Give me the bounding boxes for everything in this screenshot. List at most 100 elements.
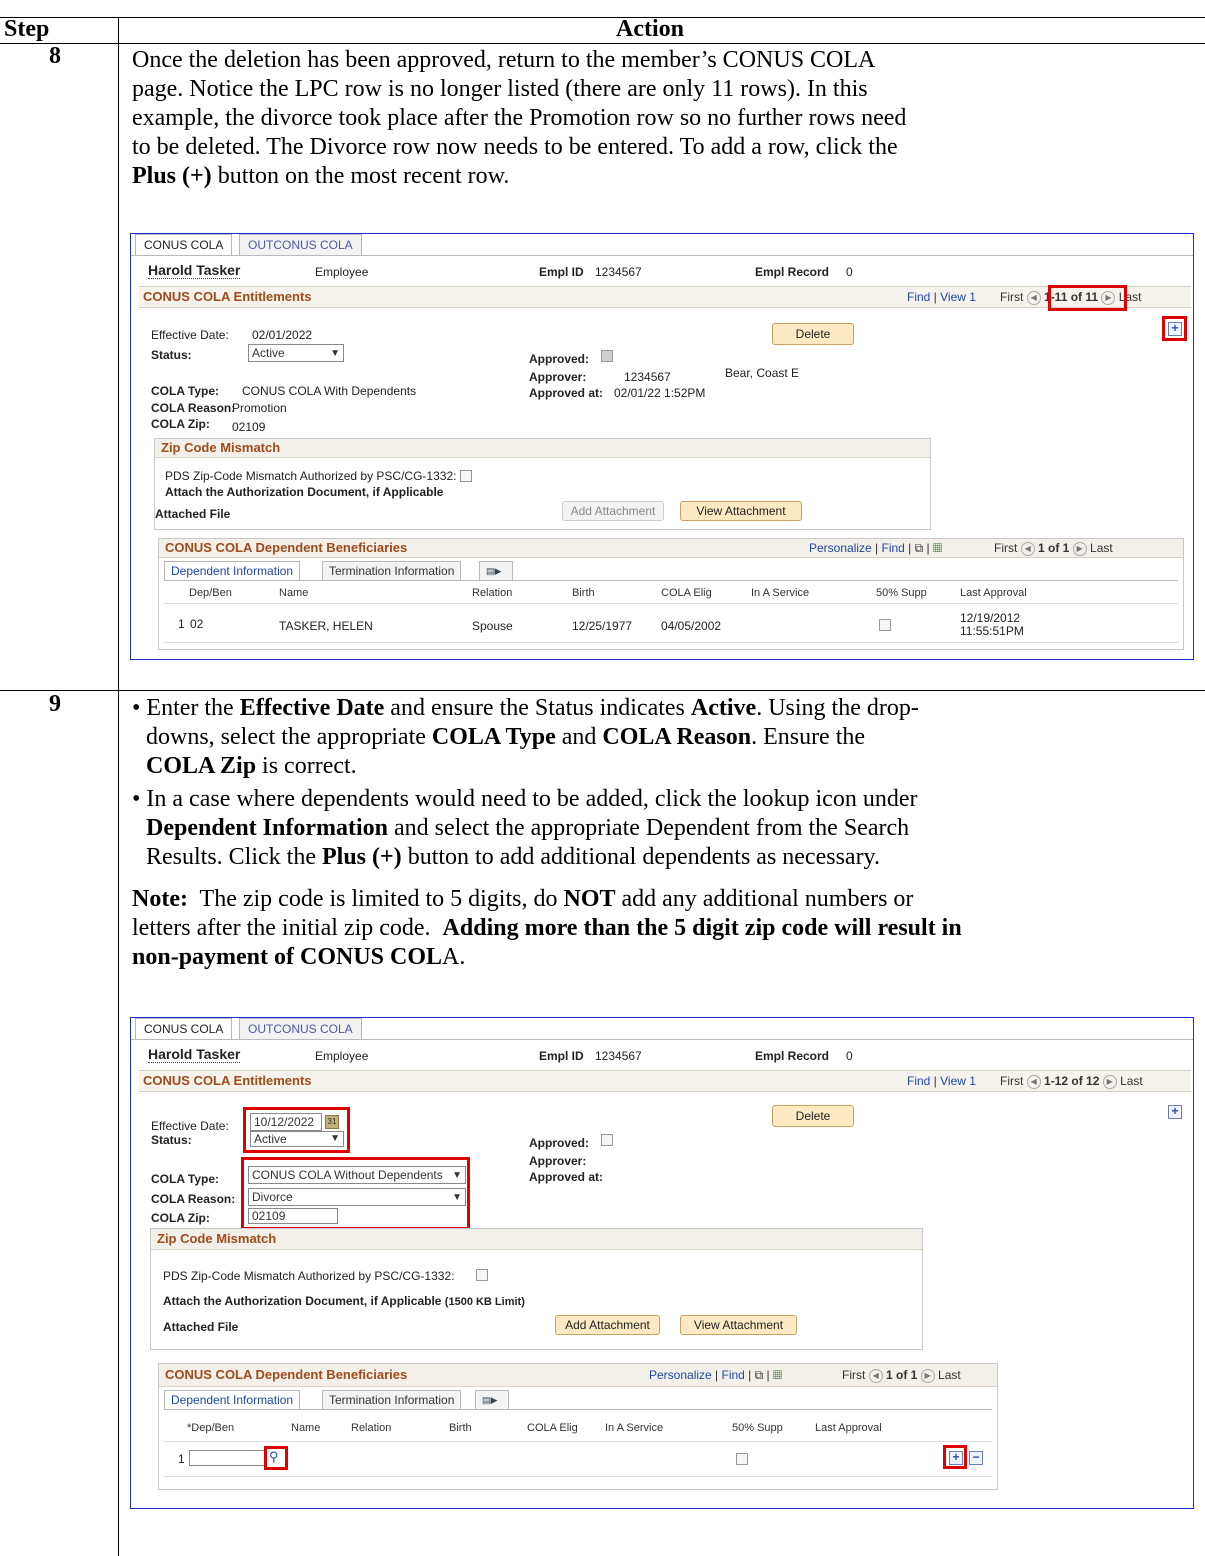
t: is correct.	[256, 753, 357, 779]
highlight-cola-fields	[241, 1157, 470, 1230]
delete-button[interactable]: Delete	[772, 323, 854, 345]
tab-dependent-information[interactable]: Dependent Information	[164, 561, 301, 581]
dep-prev-icon[interactable]: ◀	[1020, 541, 1035, 556]
b: Active	[690, 695, 757, 721]
next-icon[interactable]: ▶	[1102, 1074, 1117, 1089]
zip-mismatch-title: Zip Code Mismatch	[151, 1229, 922, 1250]
status-label: Status:	[151, 348, 192, 362]
tab-termination-information[interactable]: Termination Information	[322, 1390, 462, 1410]
size-limit: (1500 KB Limit)	[444, 1296, 525, 1308]
bullet-1-line-1: • Enter the Effective Date and ensure th…	[132, 695, 919, 721]
personalize-link[interactable]: Personalize	[649, 1368, 712, 1382]
dep-first[interactable]: First	[994, 541, 1017, 555]
b: Adding more than the 5 digit zip code wi…	[442, 915, 962, 941]
tab-dependent-information[interactable]: Dependent Information	[164, 1390, 301, 1410]
bullet-1-line-2: downs, select the appropriate COLA Type …	[146, 723, 865, 752]
t: and select the appropriate Dependent fro…	[388, 815, 910, 841]
pds-label: PDS Zip-Code Mismatch Authorized by PSC/…	[163, 1269, 455, 1283]
note-line-1: Note: The zip code is limited to 5 digit…	[132, 885, 913, 914]
eff-date-label: Effective Date:	[151, 1119, 229, 1133]
attach-doc-label: Attach the Authorization Document, if Ap…	[165, 485, 444, 499]
highlight-range	[1048, 285, 1127, 311]
show-all-columns-icon[interactable]: ▤▶	[475, 1390, 509, 1410]
tab-divider	[131, 1039, 1193, 1040]
row-approval-time: 11:55:51PM	[960, 624, 1024, 638]
t: button to add additional dependents as n…	[401, 844, 880, 870]
t: add any additional numbers or	[615, 886, 914, 912]
col-relation: Relation	[472, 587, 513, 599]
pds-checkbox[interactable]	[460, 470, 472, 482]
b: (+)	[372, 844, 402, 870]
col-birth: Birth	[572, 587, 595, 599]
t: The zip code is limited to 5 digits, do	[187, 886, 564, 912]
depben-input[interactable]	[189, 1450, 267, 1466]
table-row: 1 ⚲ + −	[164, 1441, 992, 1477]
attached-file-label: Attached File	[155, 507, 231, 521]
cola-type-label: COLA Type:	[151, 384, 219, 398]
download-icon[interactable]: ▦	[773, 1368, 782, 1382]
plus-bold: Plus	[132, 163, 177, 189]
dep-find-link[interactable]: Find	[882, 541, 905, 555]
tab-outconus-cola[interactable]: OUTCONUS COLA	[239, 1018, 362, 1039]
section-title: CONUS COLA Entitlements	[143, 289, 312, 304]
pds-checkbox[interactable]	[476, 1269, 488, 1281]
dep-next-icon[interactable]: ▶	[920, 1368, 935, 1383]
dep-find-link[interactable]: Find	[722, 1368, 745, 1382]
dep-last[interactable]: Last	[938, 1368, 961, 1382]
view1-link[interactable]: View 1	[940, 1074, 976, 1088]
eff-date-value: 02/01/2022	[252, 328, 313, 342]
employee-role: Employee	[315, 265, 369, 279]
dep-grid-nav: Personalize | Find | ⧉ | ▦	[809, 541, 943, 555]
last-label[interactable]: Last	[1120, 1074, 1143, 1088]
row-number: 1	[178, 617, 185, 631]
dep-first[interactable]: First	[842, 1368, 865, 1382]
col-last-approval: Last Approval	[815, 1422, 882, 1434]
add-attachment-button[interactable]: Add Attachment	[562, 501, 664, 521]
find-link[interactable]: Find	[907, 290, 930, 304]
col-depben: Dep/Ben	[189, 587, 232, 599]
view-attachment-button[interactable]: View Attachment	[680, 1315, 797, 1335]
remove-dependent-icon[interactable]: −	[969, 1451, 983, 1465]
dep-last[interactable]: Last	[1090, 541, 1113, 555]
delete-button[interactable]: Delete	[772, 1105, 854, 1127]
view1-link[interactable]: View 1	[940, 290, 976, 304]
add-attachment-button[interactable]: Add Attachment	[555, 1315, 660, 1335]
personalize-link[interactable]: Personalize	[809, 541, 872, 555]
bullet-2-line-2: Dependent Information and select the app…	[146, 814, 909, 843]
zip-mismatch-group: Zip Code Mismatch PDS Zip-Code Mismatch …	[154, 438, 931, 530]
tab-outconus-cola[interactable]: OUTCONUS COLA	[239, 234, 362, 255]
find-link[interactable]: Find	[907, 1074, 930, 1088]
tab-conus-cola[interactable]: CONUS COLA	[135, 1018, 233, 1039]
col-birth: Birth	[449, 1422, 472, 1434]
emplrec-label: Empl Record	[755, 1049, 830, 1063]
prev-icon[interactable]: ◀	[1026, 290, 1041, 305]
table-row: 1 02 TASKER, HELEN Spouse 12/25/1977 04/…	[164, 603, 1178, 643]
dep-prev-icon[interactable]: ◀	[868, 1368, 883, 1383]
b: COLA Reason	[602, 724, 752, 750]
tab-conus-cola[interactable]: CONUS COLA	[135, 234, 233, 255]
dep-pager: First ◀ 1 of 1 ▶ Last	[842, 1368, 961, 1383]
first-label[interactable]: First	[1000, 290, 1023, 304]
cola-type-label: COLA Type:	[151, 1172, 219, 1186]
status-select[interactable]: Active ▼	[248, 344, 344, 362]
employee-name: Harold Tasker	[148, 262, 241, 279]
emplrec-label: Empl Record	[755, 265, 830, 279]
tab-termination-information[interactable]: Termination Information	[322, 561, 462, 581]
download-icon[interactable]: ▦	[933, 541, 942, 555]
zoom-icon[interactable]: ⧉	[755, 1368, 764, 1382]
pds-label: PDS Zip-Code Mismatch Authorized by PSC/…	[165, 469, 457, 483]
t: In a case where dependents would need to…	[146, 786, 918, 812]
table-header-border	[0, 43, 1205, 44]
note-line-3: non-payment of CONUS COLA.	[132, 943, 465, 972]
dep-next-icon[interactable]: ▶	[1072, 541, 1087, 556]
step-number: 9	[49, 691, 61, 717]
t: downs, select the appropriate	[146, 724, 432, 750]
zoom-icon[interactable]: ⧉	[915, 541, 924, 555]
view-attachment-button[interactable]: View Attachment	[680, 501, 802, 521]
prev-icon[interactable]: ◀	[1026, 1074, 1041, 1089]
add-row-icon[interactable]: +	[1168, 1105, 1182, 1119]
first-label[interactable]: First	[1000, 1074, 1023, 1088]
find-view-nav: Find | View 1	[907, 1074, 976, 1088]
show-all-columns-icon[interactable]: ▤▶	[479, 561, 513, 581]
t: Enter the	[146, 695, 240, 721]
